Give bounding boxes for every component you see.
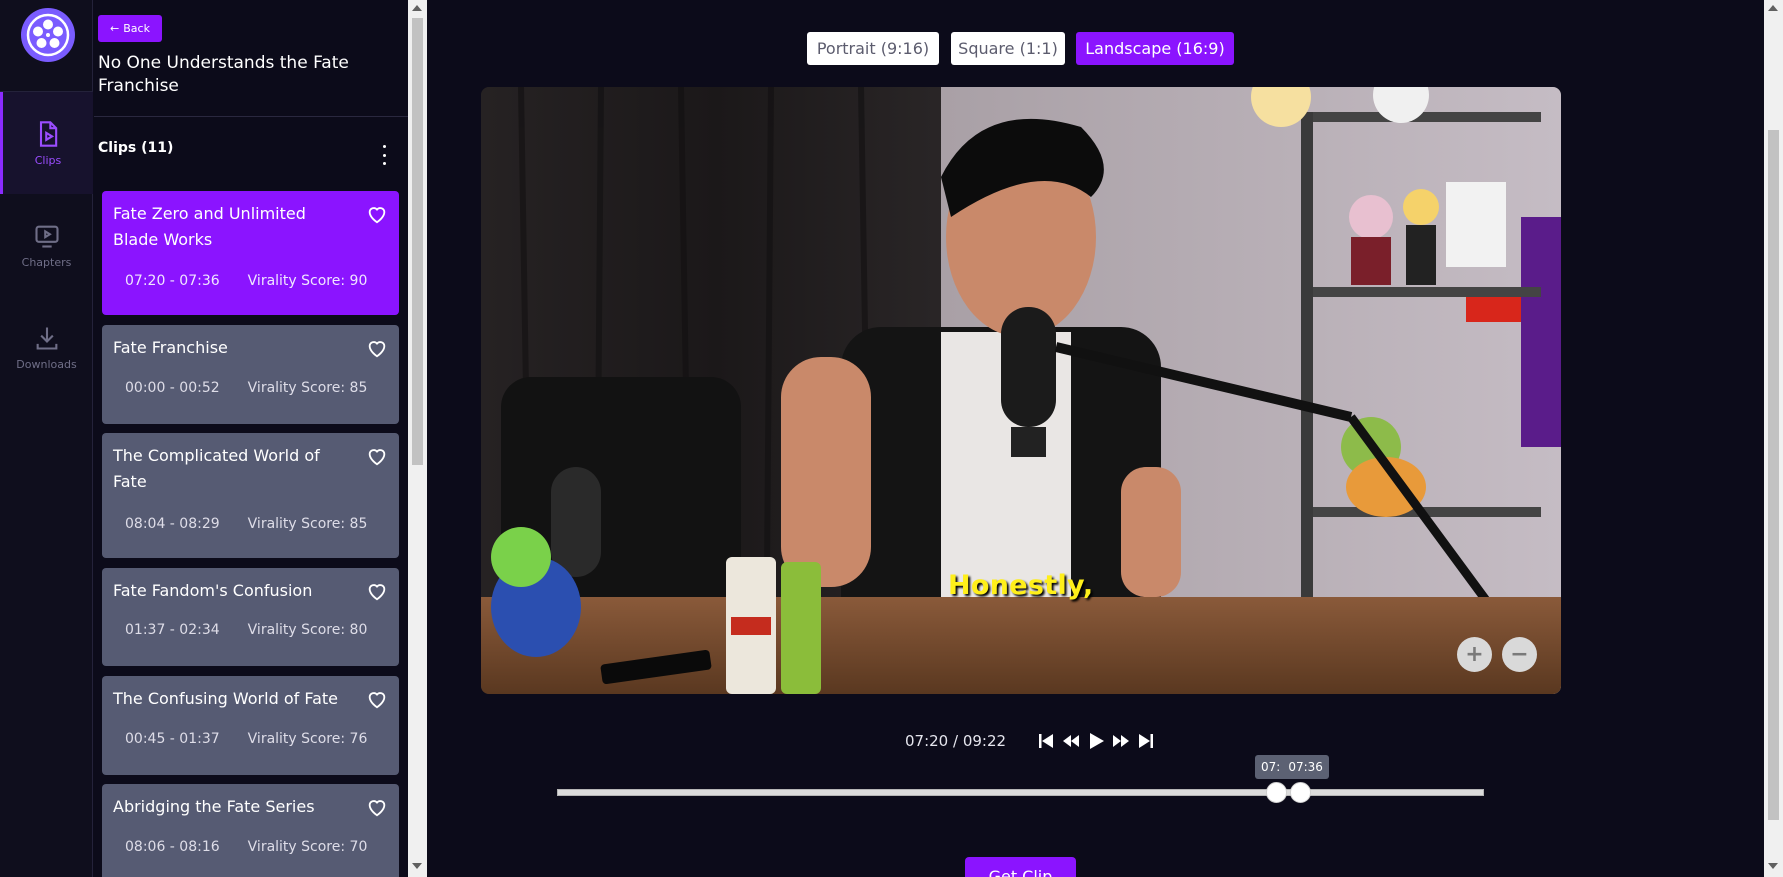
clip-range: 00:45 - 01:37 xyxy=(125,731,220,747)
heart-icon[interactable] xyxy=(366,203,388,225)
clip-title: Fate Zero and Unlimited Blade Works xyxy=(113,204,306,249)
clip-score: Virality Score: 85 xyxy=(247,516,368,532)
aspect-landscape-button[interactable]: Landscape (16:9) xyxy=(1076,32,1234,65)
clip-range: 01:37 - 02:34 xyxy=(125,622,220,638)
scroll-down-icon[interactable] xyxy=(412,863,422,869)
sidebar-scrollbar[interactable] xyxy=(408,0,427,877)
clip-score: Virality Score: 80 xyxy=(247,622,368,638)
video-frame xyxy=(481,87,1561,694)
clip-card[interactable]: The Confusing World of Fate 00:45 - 01:3… xyxy=(102,676,399,775)
clip-card[interactable]: The Complicated World of Fate 08:04 - 08… xyxy=(102,433,399,558)
clip-range: 00:00 - 00:52 xyxy=(125,380,220,396)
play-icon[interactable] xyxy=(1086,731,1106,751)
file-play-icon xyxy=(39,120,58,147)
clip-title: Fate Fandom's Confusion xyxy=(113,581,313,600)
rail-item-chapters[interactable]: Chapters xyxy=(0,194,93,296)
scroll-up-icon[interactable] xyxy=(1768,5,1778,11)
clip-meta: 07:20 - 07:36 Virality Score: 90 xyxy=(125,273,367,289)
get-clip-button[interactable]: Get Clip xyxy=(965,857,1076,877)
clips-heading: Clips (11) xyxy=(98,140,174,156)
clip-title: Fate Franchise xyxy=(113,338,228,357)
heart-icon[interactable] xyxy=(366,337,388,359)
rail-item-clips[interactable]: Clips xyxy=(0,92,93,194)
skip-start-icon[interactable] xyxy=(1036,731,1056,751)
rail-item-label: Downloads xyxy=(16,357,77,371)
rewind-icon[interactable] xyxy=(1061,731,1081,751)
clip-card[interactable]: Fate Zero and Unlimited Blade Works 07:2… xyxy=(102,191,399,315)
download-icon xyxy=(36,327,57,350)
clip-score: Virality Score: 76 xyxy=(247,731,368,747)
rail-item-label: Clips xyxy=(34,153,62,167)
clip-title: The Complicated World of Fate xyxy=(113,446,320,491)
zoom-in-button[interactable]: + xyxy=(1457,637,1492,672)
skip-end-icon[interactable] xyxy=(1136,731,1156,751)
aspect-square-button[interactable]: Square (1:1) xyxy=(951,32,1065,65)
clip-score: Virality Score: 90 xyxy=(247,273,368,289)
clip-range: 08:04 - 08:29 xyxy=(125,516,220,532)
heart-icon[interactable] xyxy=(366,580,388,602)
heart-icon[interactable] xyxy=(366,445,388,467)
clip-meta: 00:00 - 00:52 Virality Score: 85 xyxy=(125,380,367,396)
clips-sidebar: ← Back No One Understands the Fate Franc… xyxy=(94,0,408,877)
rail-item-downloads[interactable]: Downloads xyxy=(0,296,93,398)
clip-meta: 01:37 - 02:34 Virality Score: 80 xyxy=(125,622,367,638)
range-end-handle[interactable] xyxy=(1289,782,1311,803)
range-tooltip: 07: 07:36 xyxy=(1255,755,1329,779)
heart-icon[interactable] xyxy=(366,796,388,818)
video-caption: Honestly, xyxy=(948,570,1094,601)
clip-title: Abridging the Fate Series xyxy=(113,797,315,816)
video-player[interactable] xyxy=(481,87,1561,694)
sidebar-scroll-thumb[interactable] xyxy=(412,18,423,465)
range-tooltip-end: 07:36 xyxy=(1288,760,1323,774)
clip-score: Virality Score: 70 xyxy=(247,839,368,855)
aspect-portrait-button[interactable]: Portrait (9:16) xyxy=(807,32,939,65)
scroll-up-icon[interactable] xyxy=(412,5,422,11)
fast-forward-icon[interactable] xyxy=(1111,731,1131,751)
transport-controls xyxy=(1036,731,1156,751)
monitor-play-icon xyxy=(34,225,59,248)
nav-rail: Clips Chapters Downloads xyxy=(0,0,93,877)
clip-range-track[interactable] xyxy=(557,789,1484,796)
clip-score: Virality Score: 85 xyxy=(247,380,368,396)
page-scrollbar[interactable] xyxy=(1764,0,1783,877)
range-tooltip-start: 07: xyxy=(1261,760,1281,774)
clip-meta: 00:45 - 01:37 Virality Score: 76 xyxy=(125,731,367,747)
clip-range: 07:20 - 07:36 xyxy=(125,273,220,289)
more-options-icon[interactable] xyxy=(378,145,390,165)
time-readout: 07:20 / 09:22 xyxy=(905,732,1007,750)
clip-meta: 08:04 - 08:29 Virality Score: 85 xyxy=(125,516,367,532)
range-start-handle[interactable] xyxy=(1265,782,1287,803)
clip-card[interactable]: Fate Franchise 00:00 - 00:52 Virality Sc… xyxy=(102,325,399,424)
app-root: Clips Chapters Downloads ← Back No One U… xyxy=(0,0,1783,877)
sidebar-divider xyxy=(94,116,408,117)
zoom-out-button[interactable]: − xyxy=(1502,637,1537,672)
clip-card[interactable]: Abridging the Fate Series 08:06 - 08:16 … xyxy=(102,784,399,877)
aspect-ratio-selector: Portrait (9:16) Square (1:1) Landscape (… xyxy=(0,32,1783,65)
scroll-down-icon[interactable] xyxy=(1768,863,1778,869)
clip-meta: 08:06 - 08:16 Virality Score: 70 xyxy=(125,839,367,855)
clip-card[interactable]: Fate Fandom's Confusion 01:37 - 02:34 Vi… xyxy=(102,568,399,666)
rail-item-label: Chapters xyxy=(21,255,72,269)
heart-icon[interactable] xyxy=(366,688,388,710)
clip-range: 08:06 - 08:16 xyxy=(125,839,220,855)
clip-title: The Confusing World of Fate xyxy=(113,689,338,708)
page-scroll-thumb[interactable] xyxy=(1768,130,1779,820)
